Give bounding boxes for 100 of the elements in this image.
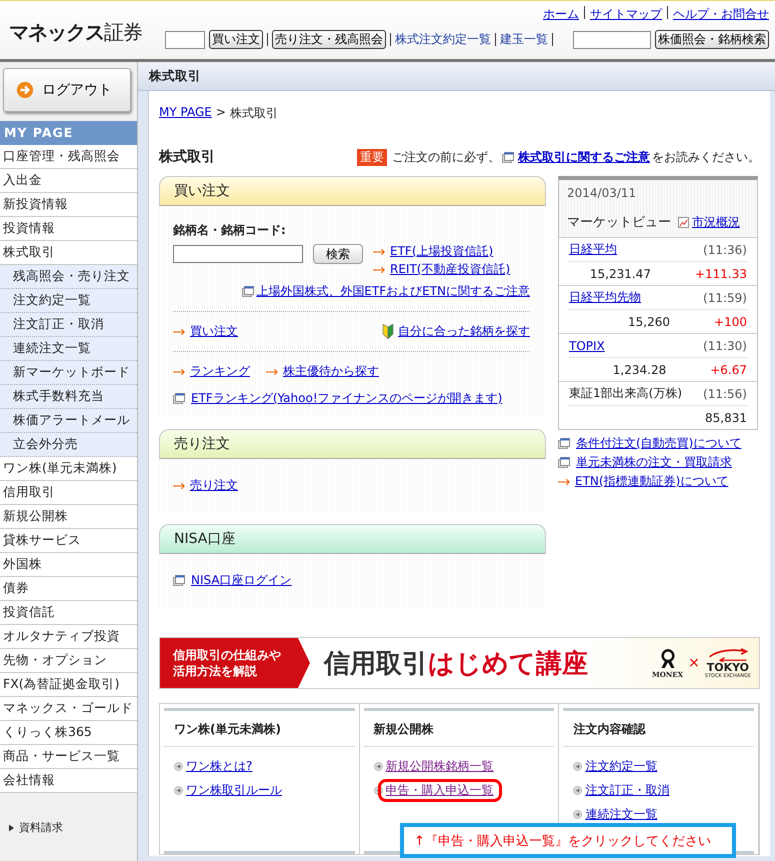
column-heading: ワン株(単元未満株) bbox=[164, 711, 355, 747]
sidebar-item[interactable]: 株式取引 bbox=[0, 241, 137, 265]
bullet-arrow-icon bbox=[174, 786, 183, 795]
index-name: 東証1部出来高(万株) bbox=[569, 385, 682, 402]
column-link[interactable]: ワン株取引ルール bbox=[186, 783, 282, 797]
sidebar-subitem[interactable]: 立会外分売 bbox=[0, 433, 137, 457]
info-link[interactable]: ETN(指標連動証券)について bbox=[575, 473, 728, 490]
sidebar-item[interactable]: ワン株(単元未満株) bbox=[0, 457, 137, 481]
fund-link[interactable]: REIT(不動産投資信託) bbox=[390, 261, 510, 278]
notice-link[interactable]: 上場外国株式、外国ETFおよびETNに関するご注意 bbox=[256, 283, 530, 300]
buy-order-link[interactable]: 買い注文 bbox=[190, 323, 238, 340]
index-link[interactable]: TOPIX bbox=[569, 338, 605, 352]
stock-search-field[interactable] bbox=[573, 30, 651, 48]
search-button[interactable]: 検索 bbox=[313, 244, 363, 264]
sidebar-item[interactable]: 貸株サービス bbox=[0, 529, 137, 553]
arrow-icon bbox=[558, 478, 571, 486]
banner-text: 信用取引の仕組みや bbox=[173, 647, 282, 663]
fund-link[interactable]: ETF(上場投資信託) bbox=[390, 243, 494, 260]
sell-order-link[interactable]: 売り注文 bbox=[190, 477, 238, 494]
sidebar-item[interactable]: 投資情報 bbox=[0, 217, 137, 241]
sidebar-item[interactable]: 商品・サービス一覧 bbox=[0, 745, 137, 769]
header-link[interactable]: 株式注文約定一覧 bbox=[395, 31, 491, 48]
sidebar-subitem[interactable]: 株価アラートメール bbox=[0, 409, 137, 433]
column-link[interactable]: 申告・購入申込一覧 bbox=[386, 783, 494, 797]
order-code-field[interactable] bbox=[165, 30, 205, 48]
logout-button[interactable]: ログアウト bbox=[3, 68, 131, 112]
info-link[interactable]: 条件付注文(自動売買)について bbox=[576, 435, 742, 452]
sidebar-item[interactable]: 信用取引 bbox=[0, 481, 137, 505]
important-badge: 重要 bbox=[357, 148, 387, 166]
column-heading: 注文内容確認 bbox=[563, 711, 754, 747]
sidebar-subitem[interactable]: 注文訂正・取消 bbox=[0, 313, 137, 337]
beginner-mark-icon bbox=[382, 324, 394, 339]
index-change: +6.67 bbox=[710, 362, 747, 376]
breadcrumb-link[interactable]: MY PAGE bbox=[159, 105, 212, 122]
bullet-arrow-icon bbox=[174, 762, 183, 771]
sidebar-item[interactable]: 入出金 bbox=[0, 169, 137, 193]
column-heading: 新規公開株 bbox=[364, 711, 554, 747]
sidebar-item[interactable]: オルタナティブ投資 bbox=[0, 625, 137, 649]
etf-ranking-link[interactable]: ETFランキング(Yahoo!ファイナンスのページが開きます) bbox=[191, 390, 502, 407]
sidebar-item[interactable]: くりっく株365 bbox=[0, 721, 137, 745]
header-link[interactable]: 建玉一覧 bbox=[500, 31, 548, 48]
notice-link[interactable]: 株式取引に関するご注意 bbox=[518, 148, 650, 166]
sidebar-item[interactable]: 投資信託 bbox=[0, 601, 137, 625]
shareholder-perks-link[interactable]: 株主優待から探す bbox=[283, 363, 379, 380]
arrow-icon bbox=[373, 266, 386, 274]
instruction-text: ↑『申告・購入申込一覧』をクリックしてください bbox=[414, 832, 711, 850]
sidebar-subitem[interactable]: 株式手数料充当 bbox=[0, 385, 137, 409]
quote-time: (11:30) bbox=[703, 338, 747, 352]
sidebar-item[interactable]: 会社情報 bbox=[0, 769, 137, 793]
index-link[interactable]: 日経平均 bbox=[569, 241, 617, 258]
ranking-link[interactable]: ランキング bbox=[190, 363, 250, 380]
arrow-icon bbox=[173, 368, 186, 376]
header-link[interactable]: ヘルプ・お問合せ bbox=[673, 6, 769, 23]
stock-code-field[interactable] bbox=[173, 245, 303, 263]
info-link[interactable]: 単元未満株の注文・買取請求 bbox=[576, 454, 732, 471]
column-link[interactable]: 新規公開株銘柄一覧 bbox=[386, 759, 494, 773]
sidebar-item[interactable]: FX(為替証拠金取引) bbox=[0, 673, 137, 697]
sidebar-item[interactable]: 新規公開株 bbox=[0, 505, 137, 529]
buy-order-button[interactable]: 買い注文 bbox=[209, 30, 263, 49]
sidebar-item[interactable]: 外国株 bbox=[0, 553, 137, 577]
market-summary-link[interactable]: 市況概況 bbox=[692, 214, 740, 230]
sidebar-item[interactable]: 債券 bbox=[0, 577, 137, 601]
sidebar-subitem[interactable]: 新マーケットボード bbox=[0, 361, 137, 385]
column-link[interactable]: 連続注文一覧 bbox=[585, 807, 658, 821]
sidebar-item[interactable]: マネックス・ゴールド bbox=[0, 697, 137, 721]
index-change: +100 bbox=[714, 314, 747, 328]
header-link[interactable]: ホーム bbox=[543, 6, 579, 23]
logo[interactable]: マネックス証券 bbox=[0, 1, 142, 59]
sell-order-button[interactable]: 売り注文・残高照会 bbox=[272, 30, 386, 49]
quote-time: (11:59) bbox=[703, 290, 747, 304]
index-link[interactable]: 日経平均先物 bbox=[569, 289, 641, 306]
arrow-icon bbox=[373, 248, 386, 256]
stock-search-button[interactable]: 株価照会・銘柄検索 bbox=[655, 30, 769, 49]
window-icon bbox=[173, 393, 185, 404]
nisa-login-link[interactable]: NISA口座ログイン bbox=[191, 572, 292, 589]
figure-logo-icon bbox=[658, 648, 677, 670]
sidebar-subitem[interactable]: 残高照会・売り注文 bbox=[0, 265, 137, 289]
window-icon bbox=[502, 152, 514, 162]
arrow-icon bbox=[173, 482, 186, 490]
sidebar-link[interactable]: 資料請求 bbox=[19, 820, 63, 835]
column-link[interactable]: ワン株とは? bbox=[186, 759, 252, 773]
breadcrumb-current: 株式取引 bbox=[230, 105, 278, 122]
sidebar-item[interactable]: 口座管理・残高照会 bbox=[0, 145, 137, 169]
chart-icon bbox=[678, 216, 689, 228]
bullet-arrow-icon bbox=[573, 786, 582, 795]
column-link[interactable]: 注文約定一覧 bbox=[585, 759, 658, 773]
window-icon bbox=[173, 575, 185, 586]
notice-text: ご注文の前に必ず、 bbox=[392, 148, 500, 166]
sidebar-subitem[interactable]: 連続注文一覧 bbox=[0, 337, 137, 361]
sidebar-subitem[interactable]: 注文約定一覧 bbox=[0, 289, 137, 313]
sidebar-item[interactable]: 先物・オプション bbox=[0, 649, 137, 673]
arrow-icon bbox=[266, 368, 279, 376]
partner-name: TOKYO bbox=[706, 662, 750, 672]
stock-finder-link[interactable]: 自分に合った銘柄を探す bbox=[398, 323, 530, 340]
panel-title: 買い注文 bbox=[174, 182, 230, 200]
sidebar-item[interactable]: 新投資情報 bbox=[0, 193, 137, 217]
panel-title: NISA口座 bbox=[174, 530, 236, 548]
column-link[interactable]: 注文訂正・取消 bbox=[585, 783, 670, 797]
triangle-icon bbox=[9, 824, 14, 832]
header-link[interactable]: サイトマップ bbox=[590, 6, 662, 23]
